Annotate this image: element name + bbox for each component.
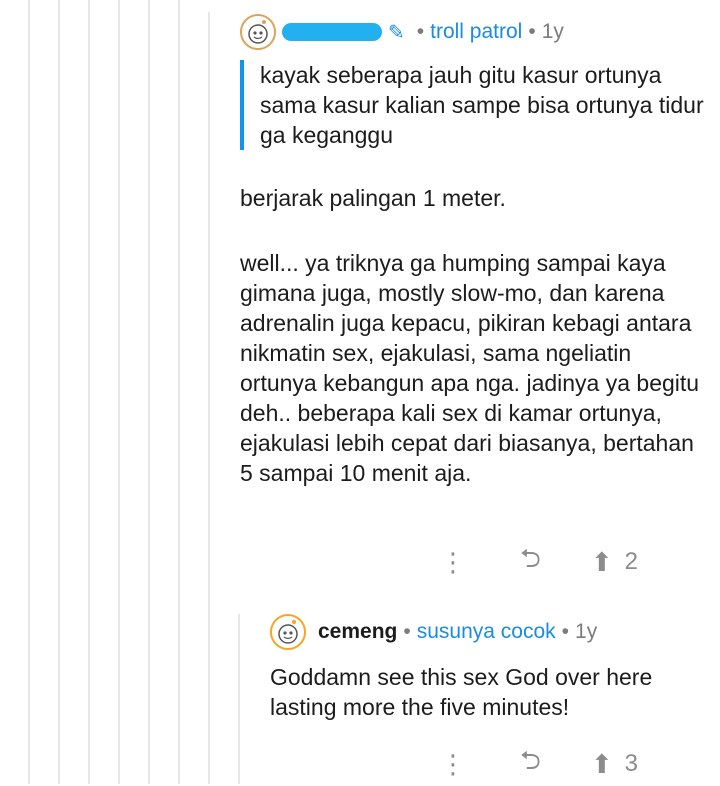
more-vertical-icon[interactable]: ⋮ bbox=[440, 549, 466, 575]
user-avatar[interactable] bbox=[270, 614, 306, 650]
reply-arrow-icon[interactable]: ⮌ bbox=[520, 742, 541, 786]
comment-age: 1y bbox=[541, 20, 564, 43]
snoo-avatar-icon bbox=[278, 620, 298, 644]
separator-dot: • bbox=[561, 620, 570, 643]
comment-paragraph: berjarak palingan 1 meter. bbox=[240, 185, 506, 211]
user-flair[interactable]: susunya cocok bbox=[417, 620, 556, 644]
more-vertical-icon[interactable]: ⋮ bbox=[440, 751, 466, 777]
separator-dot: • bbox=[528, 20, 536, 43]
reply-arrow-icon[interactable]: ⮌ bbox=[520, 540, 541, 584]
thread-line bbox=[88, 0, 90, 784]
quoted-text: kayak seberapa jauh gitu kasur ortunya s… bbox=[240, 60, 710, 150]
snoo-avatar-icon bbox=[248, 20, 268, 44]
comment-actions: ⋮ ⮌ ⬆ 2 bbox=[440, 542, 710, 582]
thread-line bbox=[148, 0, 150, 784]
thread-line bbox=[208, 12, 210, 784]
comment: cemeng • susunya cocok • 1y Goddamn see … bbox=[270, 612, 710, 722]
thread-line bbox=[118, 0, 120, 784]
comment: ✎ • troll patrol • 1y kayak seberapa jau… bbox=[240, 12, 710, 488]
vote-score: 2 bbox=[624, 548, 638, 575]
upvote-arrow-icon[interactable]: ⬆ bbox=[591, 749, 613, 780]
redacted-username bbox=[282, 23, 382, 41]
mod-shield-icon: ✎ bbox=[388, 21, 405, 44]
thread-line bbox=[58, 0, 60, 784]
thread-line bbox=[178, 0, 180, 784]
separator-dot: • bbox=[403, 620, 411, 643]
upvote-arrow-icon[interactable]: ⬆ bbox=[591, 547, 613, 578]
comment-meta: cemeng • susunya cocok • 1y bbox=[270, 612, 710, 652]
comment-body: Goddamn see this sex God over here lasti… bbox=[270, 664, 653, 720]
user-avatar[interactable] bbox=[240, 14, 276, 50]
comment-age: 1y bbox=[575, 620, 598, 643]
thread-line bbox=[238, 614, 240, 784]
username[interactable]: cemeng bbox=[318, 620, 397, 644]
thread-line bbox=[28, 0, 30, 784]
comment-actions: ⋮ ⮌ ⬆ 3 bbox=[440, 744, 710, 784]
comment-meta: ✎ • troll patrol • 1y bbox=[240, 12, 710, 52]
comment-paragraph: well... ya triknya ga humping sampai kay… bbox=[240, 250, 700, 486]
user-flair[interactable]: troll patrol bbox=[430, 20, 522, 44]
separator-dot: • bbox=[416, 20, 425, 43]
vote-score: 3 bbox=[624, 750, 638, 777]
